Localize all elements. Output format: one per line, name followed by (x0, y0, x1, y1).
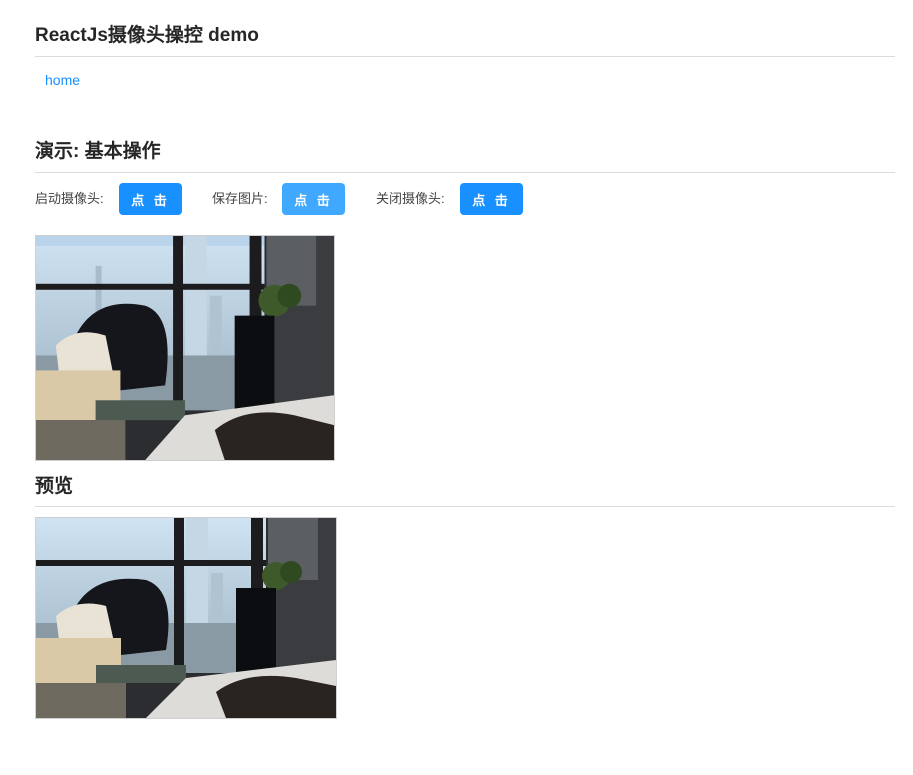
preview-scene (36, 518, 336, 718)
demo-section-divider (35, 172, 895, 173)
save-image-button[interactable]: 点 击 (282, 183, 345, 215)
close-camera-button[interactable]: 点 击 (460, 183, 523, 215)
header-divider (35, 56, 895, 57)
start-camera-button[interactable]: 点 击 (119, 183, 182, 215)
demo-section-title: 演示: 基本操作 (35, 141, 161, 162)
camera-video (35, 235, 335, 461)
camera-scene (36, 236, 334, 460)
preview-section-title: 预览 (35, 476, 74, 497)
home-link[interactable]: home (45, 71, 80, 89)
preview-image (35, 517, 337, 719)
close-camera-label: 关闭摄像头: (376, 191, 445, 206)
start-camera-label: 启动摄像头: (35, 191, 104, 206)
app-title: ReactJs摄像头操控 demo (35, 25, 259, 46)
save-image-label: 保存图片: (212, 191, 268, 206)
preview-section-divider (35, 506, 895, 507)
